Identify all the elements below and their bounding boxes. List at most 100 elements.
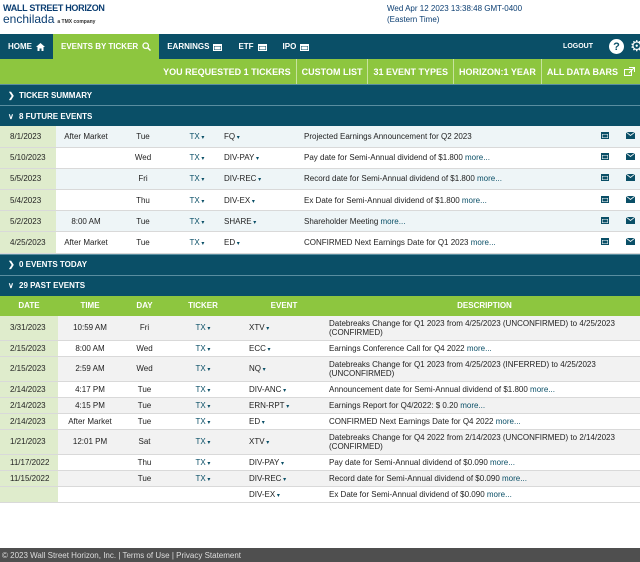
add-to-calendar-icon[interactable] [590,147,620,169]
requested-tickers[interactable]: YOU REQUESTED 1 TICKERS [158,59,296,84]
event-link[interactable]: ERN-RPT [249,401,285,410]
ticker-link[interactable]: TX [190,132,200,141]
ticker-link[interactable]: TX [190,217,200,226]
col-day[interactable]: DAY [122,295,167,316]
add-to-calendar-icon[interactable] [590,126,620,148]
ticker-link[interactable]: TX [196,458,206,467]
description-cell: Earnings Report for Q4/2022: $ 0.20 more… [329,397,640,414]
nav-earnings[interactable]: EARNINGS [159,34,230,59]
logout-link[interactable]: LOGOUT [563,43,593,50]
section-ticker-summary[interactable]: ❯ TICKER SUMMARY [0,84,640,105]
more-link[interactable]: more... [471,238,496,247]
add-to-calendar-icon[interactable] [590,189,620,212]
event-link[interactable]: XTV [249,323,265,332]
future-event-row: 5/4/2023 Thu TX ▾ DIV-EX ▾ Ex Date for Semi-… [0,189,640,212]
section-past-events[interactable]: ∨ 29 PAST EVENTS [0,274,640,296]
future-event-row: 4/25/2023 After Market Tue TX ▾ ED ▾ CONFIRME… [0,231,640,254]
description-cell: Earnings Conference Call for Q4 2022 mor… [329,340,640,357]
caret-down-icon: ▾ [279,460,285,467]
email-icon[interactable] [620,168,640,191]
gear-icon[interactable]: ⚙ [630,39,640,54]
more-link[interactable]: more... [490,458,515,467]
email-icon[interactable] [620,231,640,254]
email-icon[interactable] [620,147,640,169]
caret-down-icon: ▾ [205,367,211,374]
ticker-link[interactable]: TX [196,401,206,410]
more-link[interactable]: more... [467,344,492,353]
more-link[interactable]: more... [381,217,406,226]
event-link[interactable]: XTV [249,437,265,446]
more-link[interactable]: more... [477,174,502,183]
horizon[interactable]: HORIZON:1 YEAR [452,59,541,84]
ticker-link[interactable]: TX [190,238,200,247]
more-link[interactable]: more... [460,401,485,410]
ticker-cell: TX ▾ [167,315,239,341]
ticker-link[interactable]: TX [190,153,200,162]
event-description: Announcement date for Semi-Annual divide… [329,384,528,394]
description-cell: Record date for Semi-Annual dividend of … [329,470,640,487]
help-icon[interactable]: ? [609,39,624,54]
calendar-icon [213,43,223,51]
email-icon[interactable] [620,189,640,212]
section-events-today[interactable]: ❯ 0 EVENTS TODAY [0,253,640,275]
caret-down-icon: ▾ [205,326,211,333]
event-link[interactable]: ED [224,238,235,247]
col-date[interactable]: DATE [0,295,58,316]
event-link[interactable]: FQ [224,132,235,141]
more-link[interactable]: more... [496,417,521,426]
chevron-down-icon: ∨ [8,111,14,121]
col-event[interactable]: EVENT [239,295,329,316]
ticker-link[interactable]: TX [196,323,206,332]
more-link[interactable]: more... [465,153,490,162]
ticker-link[interactable]: TX [190,196,200,205]
event-link[interactable]: DIV-REC [249,474,281,483]
col-ticker[interactable]: TICKER [167,295,239,316]
ticker-link[interactable]: TX [196,364,206,373]
event-link[interactable]: NQ [249,364,261,373]
custom-list[interactable]: CUSTOM LIST [295,59,368,84]
event-link[interactable]: DIV-EX [249,490,275,499]
nav-home[interactable]: HOME [0,34,53,59]
ticker-link[interactable]: TX [196,385,206,394]
email-icon[interactable] [620,126,640,148]
future-event-row: 5/5/2023 Fri TX ▾ DIV-REC ▾ Record date for … [0,168,640,191]
nav-events-by-ticker[interactable]: EVENTS BY TICKER [53,34,160,59]
more-link[interactable]: more... [530,385,555,394]
event-cell: DIV-EX ▾ [239,486,329,503]
ticker-link[interactable]: TX [190,174,200,183]
event-link[interactable]: DIV-EX [224,196,250,205]
col-description[interactable]: DESCRIPTION [329,295,640,316]
event-link[interactable]: ECC [249,344,266,353]
event-link[interactable]: DIV-ANC [249,385,281,394]
wsh-logo[interactable]: WALL STREET HORIZON enchilada a TMX comp… [3,3,105,29]
ticker-link[interactable]: TX [196,344,206,353]
email-icon[interactable] [620,210,640,233]
caret-down-icon: ▾ [281,476,287,483]
event-types[interactable]: 31 EVENT TYPES [367,59,453,84]
add-to-calendar-icon[interactable] [590,210,620,233]
col-time[interactable]: TIME [58,295,122,316]
add-to-calendar-icon[interactable] [590,168,620,191]
event-link[interactable]: DIV-PAY [224,153,254,162]
event-link[interactable]: ED [249,417,260,426]
event-description: Datebreaks Change for Q1 2023 from 4/25/… [329,359,596,378]
event-time: 2:59 AM [58,356,122,382]
more-link[interactable]: more... [487,490,512,499]
data-bars[interactable]: ALL DATA BARS [540,59,640,84]
ticker-link[interactable]: TX [196,437,206,446]
event-description: CONFIRMED Next Earnings Date for Q4 2022 [329,416,494,426]
event-link[interactable]: DIV-REC [224,174,256,183]
ticker-cell: TX ▾ [167,381,239,398]
ticker-link[interactable]: TX [196,417,206,426]
caret-down-icon: ▾ [281,387,287,394]
ticker-link[interactable]: TX [196,474,206,483]
section-future-events[interactable]: ∨ 8 FUTURE EVENTS [0,105,640,126]
event-link[interactable]: DIV-PAY [249,458,279,467]
event-date: 11/17/2022 [0,454,58,471]
event-link[interactable]: SHARE [224,217,252,226]
more-link[interactable]: more... [462,196,487,205]
more-link[interactable]: more... [502,474,527,483]
nav-etf[interactable]: ETF [230,34,274,59]
add-to-calendar-icon[interactable] [590,231,620,254]
nav-ipo[interactable]: IPO [275,34,318,59]
